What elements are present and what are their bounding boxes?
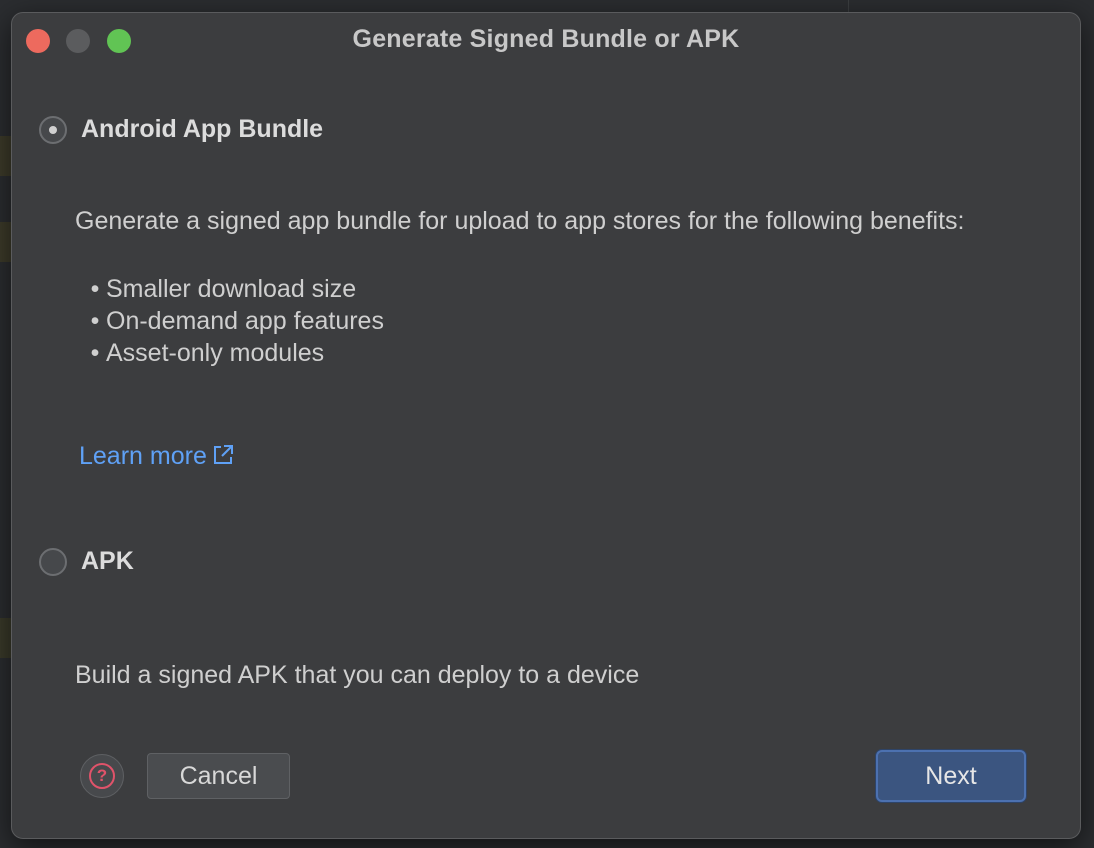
learn-more-text[interactable]: Learn more [79, 442, 207, 470]
list-item: • Asset-only modules [90, 339, 325, 367]
list-item: • On-demand app features [90, 307, 384, 335]
question-circle-icon: ? [89, 763, 115, 789]
title-bar: Generate Signed Bundle or APK [12, 13, 1080, 67]
radio-selected-dot [49, 126, 57, 134]
radio-android-app-bundle[interactable] [39, 116, 67, 144]
external-link-icon [213, 445, 233, 464]
benefit-text: Asset-only modules [106, 339, 325, 367]
ide-divider [848, 0, 849, 12]
benefits-list: • Smaller download size • On-demand app fe… [84, 273, 384, 369]
cancel-button[interactable]: Cancel [147, 753, 290, 799]
help-button[interactable]: ? [80, 754, 124, 798]
android-app-bundle-label[interactable]: Android App Bundle [81, 115, 323, 144]
dialog-title: Generate Signed Bundle or APK [352, 25, 740, 53]
benefit-text: On-demand app features [106, 307, 384, 335]
learn-more-link[interactable]: Learn more [79, 442, 235, 471]
signed-bundle-dialog: Generate Signed Bundle or APK Android Ap… [11, 12, 1081, 839]
bundle-description: Generate a signed app bundle for upload … [75, 207, 965, 235]
next-button[interactable]: Next [876, 750, 1026, 802]
list-item: • Smaller download size [90, 275, 357, 303]
benefit-text: Smaller download size [106, 275, 357, 303]
apk-label[interactable]: APK [81, 547, 134, 576]
apk-description: Build a signed APK that you can deploy t… [75, 661, 640, 689]
radio-apk[interactable] [39, 548, 67, 576]
